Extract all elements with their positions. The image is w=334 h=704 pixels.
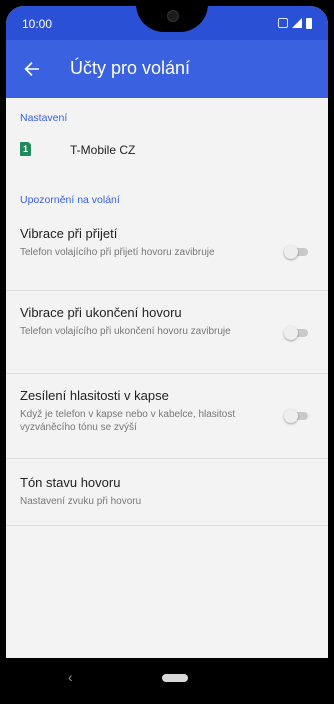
toggle-thumb [284, 409, 298, 423]
battery-icon [306, 17, 312, 29]
nfc-icon [278, 18, 288, 28]
setting-description: Telefon volajícího při ukončení hovoru z… [20, 326, 231, 337]
toggle-vibrate-on-answer[interactable] [284, 245, 310, 259]
page-title: Účty pro volání [70, 58, 191, 78]
setting-pocket-volume[interactable]: Zesílení hlasitosti v kapse Když je tele… [6, 374, 328, 459]
setting-title: Zesílení hlasitosti v kapse [20, 388, 169, 403]
toggle-thumb [284, 245, 298, 259]
toggle-pocket-volume[interactable] [284, 409, 310, 423]
app-bar: Účty pro volání [6, 40, 328, 98]
home-pill-icon[interactable] [162, 674, 188, 682]
section-header-settings: Nastavení [20, 112, 68, 124]
status-icons [278, 17, 312, 29]
settings-content: Nastavení 1 T-Mobile CZ Upozornění na vo… [6, 98, 328, 664]
sim-card-icon: 1 [20, 142, 31, 156]
back-button[interactable] [16, 53, 48, 85]
status-time: 10:00 [22, 17, 53, 31]
setting-description: Nastavení zvuku při hovoru [20, 496, 142, 507]
setting-title: Vibrace při ukončení hovoru [20, 305, 182, 320]
screen: 10:00 Účty pro volání Nastavení 1 T-Mobi… [6, 6, 328, 698]
arrow-back-icon [24, 62, 39, 76]
toggle-vibrate-on-hangup[interactable] [284, 326, 310, 340]
toggle-thumb [284, 326, 298, 340]
setting-vibrate-on-hangup[interactable]: Vibrace při ukončení hovoru Telefon vola… [6, 291, 328, 374]
phone-device: 10:00 Účty pro volání Nastavení 1 T-Mobi… [0, 0, 334, 704]
nav-back-icon[interactable]: ‹ [68, 670, 82, 684]
setting-description: Telefon volajícího při přijetí hovoru za… [20, 247, 215, 258]
section-header-notifications: Upozornění na volání [20, 194, 120, 206]
setting-vibrate-on-answer[interactable]: Vibrace při přijetí Telefon volajícího p… [6, 212, 328, 291]
signal-icon [292, 18, 302, 28]
camera-icon [167, 10, 179, 22]
setting-title: Tón stavu hovoru [20, 475, 121, 490]
account-row-t-mobile[interactable]: 1 T-Mobile CZ [6, 130, 328, 172]
setting-description: Když je telefon v kapse nebo v kabelce, … [20, 409, 236, 433]
setting-call-status-tone[interactable]: Tón stavu hovoru Nastavení zvuku při hov… [6, 459, 328, 526]
status-bar: 10:00 [6, 6, 328, 40]
camera-notch [136, 6, 208, 32]
account-label: T-Mobile CZ [70, 143, 136, 157]
setting-title: Vibrace při přijetí [20, 226, 118, 241]
navigation-bar: ‹ [6, 658, 328, 698]
